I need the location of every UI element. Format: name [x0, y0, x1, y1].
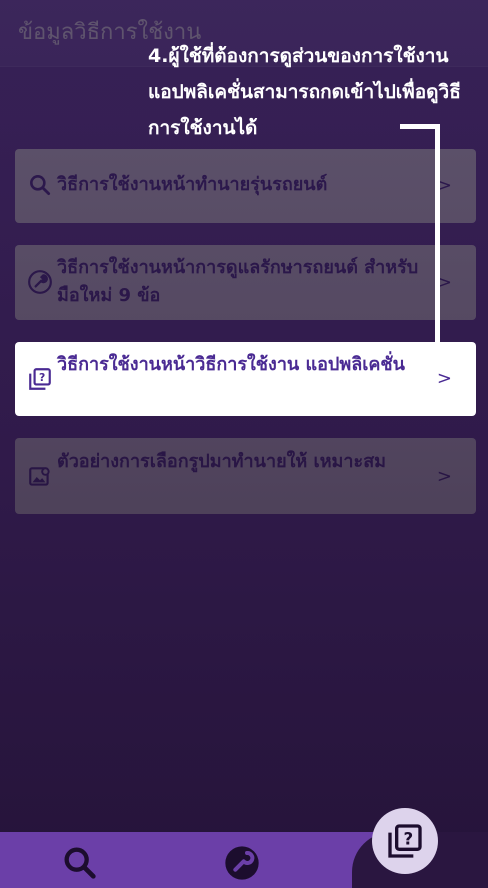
tutorial-annotation: 4.ผู้ใช้ที่ต้องการดูส่วนของการใช้งานแอปพ… [148, 45, 461, 139]
menu-item-predict-model[interactable]: วิธีการใช้งานหน้าทำนายรุ่นรถยนต์ > [15, 149, 476, 223]
menu-item-app-usage[interactable]: ? วิธีการใช้งานหน้าวิธีการใช้งาน แอปพลิเ… [15, 342, 476, 416]
svg-text:?: ? [39, 371, 45, 384]
menu-item-car-care[interactable]: วิธีการใช้งานหน้าการดูแลรักษารถยนต์ สำหร… [15, 245, 476, 320]
annotation-connector-horizontal [400, 124, 440, 129]
menu-item-label: วิธีการใช้งานหน้าวิธีการใช้งาน แอปพลิเคช… [57, 354, 405, 375]
search-icon [30, 175, 51, 196]
nav-wrench-icon[interactable] [222, 843, 262, 883]
menu-item-photo-example[interactable]: ตัวอย่างการเลือกรูปมาทำนายให้ เหมาะสม > [15, 438, 476, 514]
help-pages-icon: ? [388, 824, 422, 858]
menu-item-label: ตัวอย่างการเลือกรูปมาทำนายให้ เหมาะสม [57, 451, 387, 472]
chevron-right-icon: > [436, 466, 452, 487]
annotation-connector-vertical [435, 124, 440, 343]
wrench-icon [28, 270, 52, 294]
svg-text:?: ? [403, 829, 413, 848]
nav-help-button[interactable]: ? [372, 808, 438, 874]
help-pages-icon: ? [29, 368, 51, 390]
chevron-right-icon: > [436, 368, 452, 389]
menu-item-label: วิธีการใช้งานหน้าการดูแลรักษารถยนต์ สำหร… [57, 257, 419, 306]
image-search-icon [29, 467, 50, 486]
menu-item-label: วิธีการใช้งานหน้าทำนายรุ่นรถยนต์ [57, 174, 328, 195]
nav-search-icon[interactable] [60, 843, 100, 883]
